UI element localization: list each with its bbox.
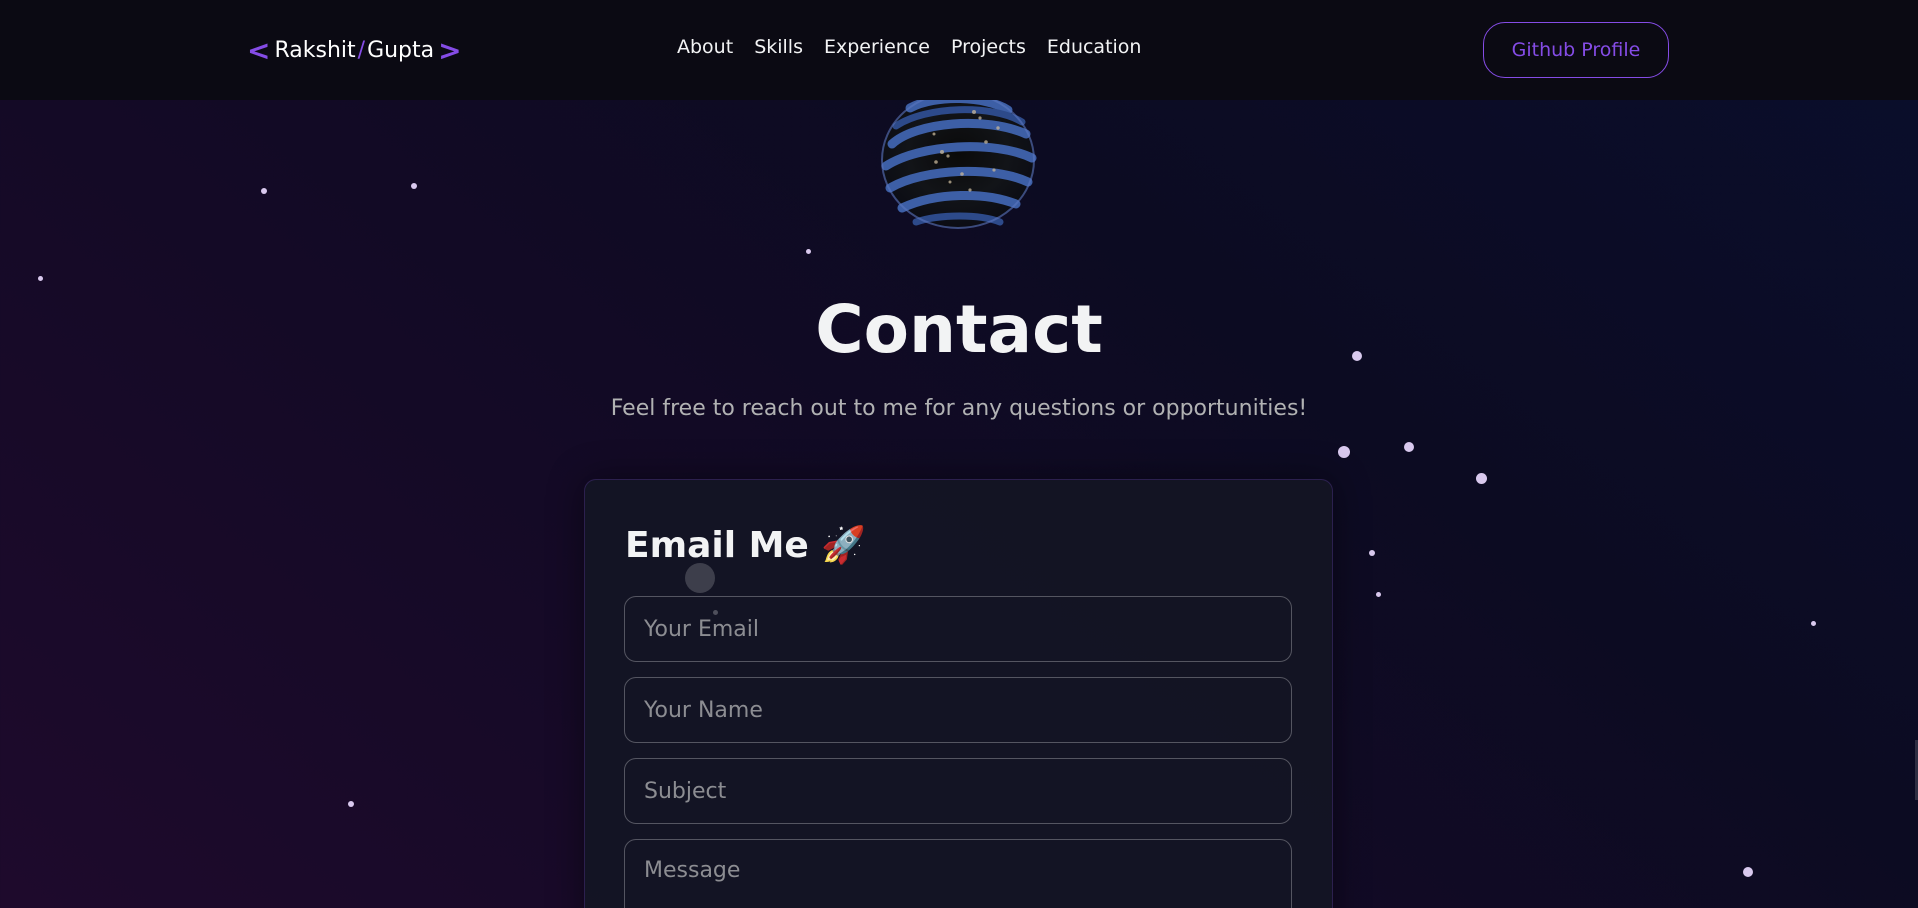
star-particle (411, 183, 417, 189)
contact-subtitle: Feel free to reach out to me for any que… (610, 396, 1308, 421)
contact-title: Contact (815, 291, 1103, 368)
email-field[interactable] (624, 596, 1292, 662)
star-particle (1743, 867, 1753, 877)
star-particle (1369, 550, 1375, 556)
mouse-cursor-indicator (685, 563, 715, 593)
star-particle (1811, 621, 1816, 626)
logo-last-name: Gupta (367, 37, 435, 63)
nav-link-experience[interactable]: Experience (824, 36, 930, 58)
logo[interactable]: < Rakshit / Gupta > (247, 33, 462, 67)
star-particle (1338, 446, 1350, 458)
left-chevron-icon: < (247, 33, 271, 67)
star-particle (806, 249, 811, 254)
star-particle (261, 188, 267, 194)
nav-link-about[interactable]: About (677, 36, 733, 58)
subject-field[interactable] (624, 758, 1292, 824)
logo-separator: / (357, 37, 366, 63)
star-particle (1376, 592, 1381, 597)
right-chevron-icon: > (438, 33, 462, 67)
name-field[interactable] (624, 677, 1292, 743)
star-particle (1476, 473, 1487, 484)
nav-link-skills[interactable]: Skills (754, 36, 803, 58)
wireframe-globe-icon (881, 91, 1037, 229)
nav-link-education[interactable]: Education (1047, 36, 1142, 58)
nav-links: About Skills Experience Projects Educati… (677, 36, 1141, 58)
logo-first-name: Rakshit (274, 37, 356, 63)
star-particle (1404, 442, 1414, 452)
star-particle (348, 801, 354, 807)
navbar: < Rakshit / Gupta > About Skills Experie… (0, 0, 1918, 100)
star-particle (38, 276, 43, 281)
email-form-card: Email Me 🚀 (584, 479, 1333, 908)
email-form-title: Email Me 🚀 (625, 525, 867, 566)
github-profile-button[interactable]: Github Profile (1483, 22, 1669, 78)
nav-link-projects[interactable]: Projects (951, 36, 1026, 58)
message-field[interactable] (624, 839, 1292, 908)
